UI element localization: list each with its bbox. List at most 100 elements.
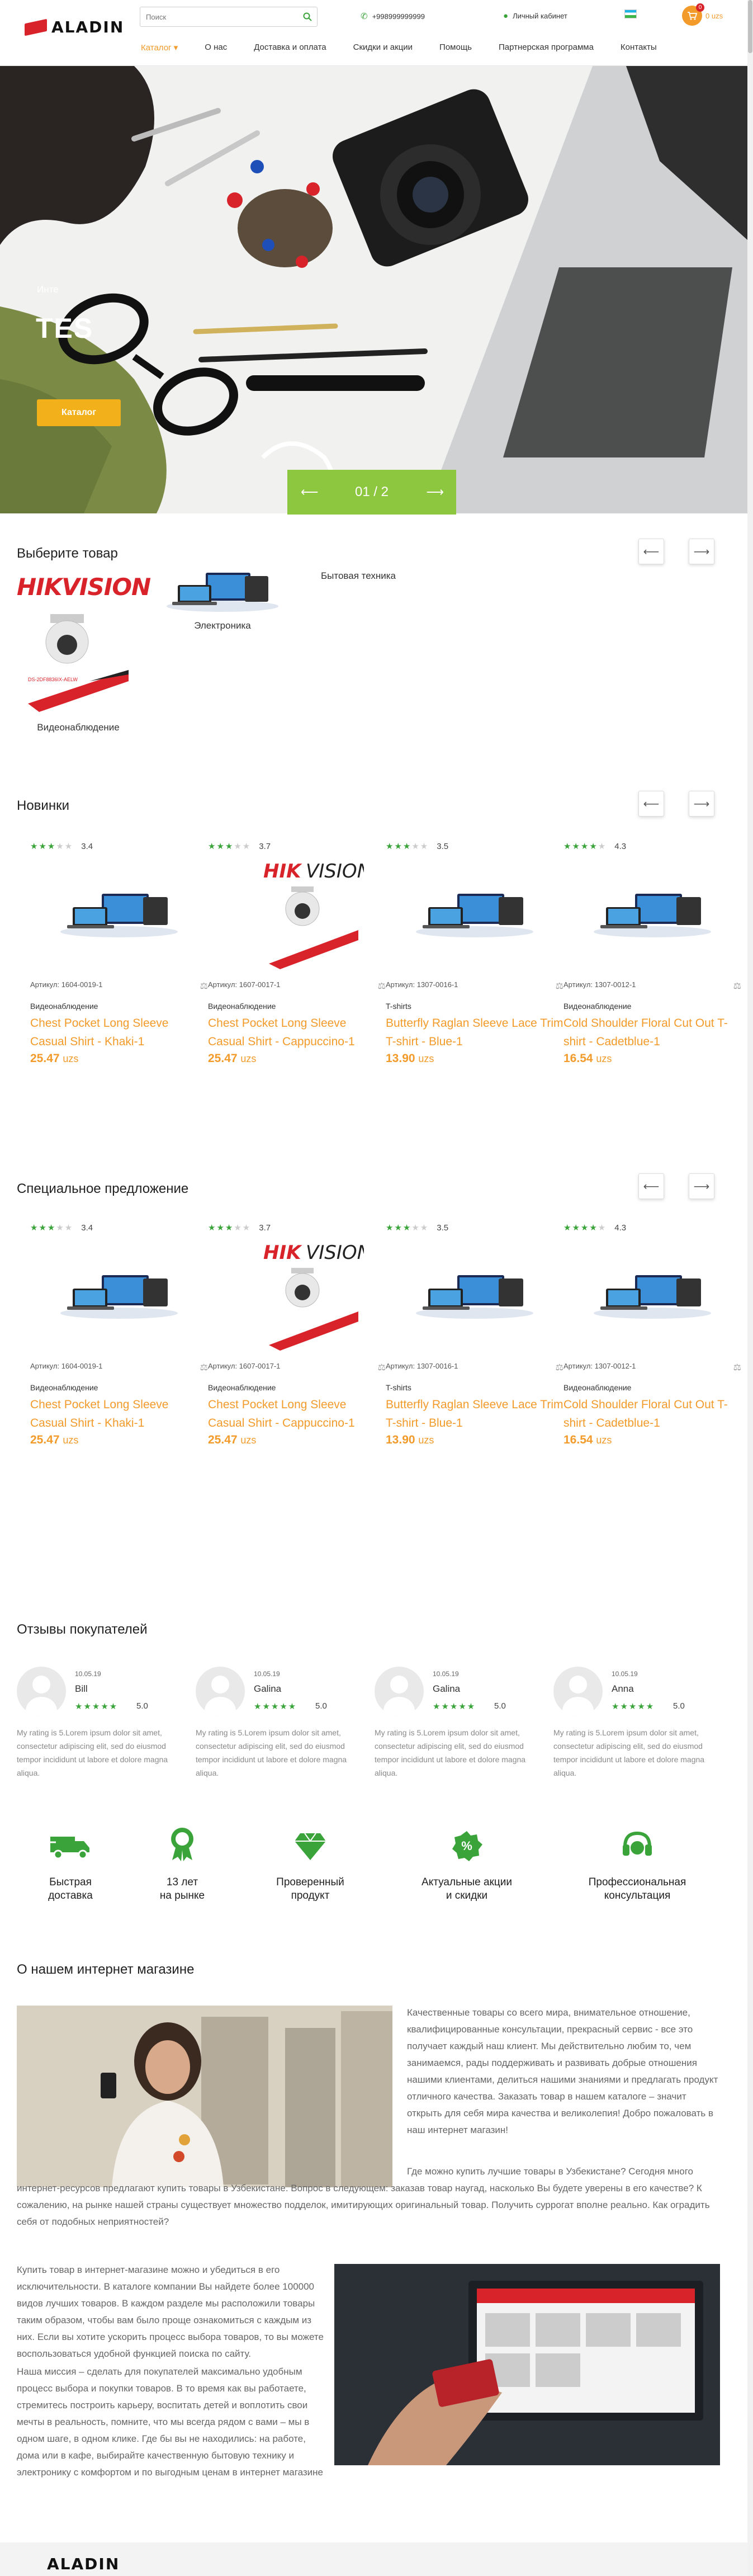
percent-icon: %: [405, 1828, 528, 1868]
product-image[interactable]: [386, 1233, 563, 1356]
site-footer: ALADIN: [0, 2542, 753, 2576]
slider-next-button[interactable]: ⟶: [426, 485, 444, 499]
category-cctv[interactable]: DS-2DF8836IX-AELW Видеонаблюдение: [22, 614, 134, 733]
product-name[interactable]: Chest Pocket Long Sleeve Casual Shirt - …: [30, 1395, 208, 1432]
product-category: T-shirts: [386, 1383, 411, 1392]
categories-prev-button[interactable]: ⟵: [638, 539, 664, 564]
menu-item-help[interactable]: Помощь: [439, 40, 472, 55]
search-box: [140, 7, 318, 27]
advantage-line-1: 13 лет: [166, 1876, 198, 1888]
review-card: 10.05.19 Anna ★★★★★ 5.0 My rating is 5.Lorem…: [553, 1667, 721, 1778]
svg-text:%: %: [461, 1839, 472, 1853]
phone-link[interactable]: ✆ +998999999999: [361, 11, 425, 21]
svg-text:DS-2DF8836IX-AELW: DS-2DF8836IX-AELW: [28, 677, 78, 682]
advantage-line-1: Актуальные акции: [422, 1876, 512, 1888]
menu-item-delivery[interactable]: Доставка и оплата: [254, 40, 326, 55]
cart-button[interactable]: 0 0 uzs: [682, 3, 723, 26]
product-rating: ★★★★★ 4.3: [563, 841, 741, 852]
product-image[interactable]: [563, 1233, 741, 1356]
product-name[interactable]: Chest Pocket Long Sleeve Casual Shirt - …: [208, 1395, 386, 1432]
product-rating: ★★★★★ 3.4: [30, 1223, 208, 1233]
product-name[interactable]: Chest Pocket Long Sleeve Casual Shirt - …: [30, 1014, 208, 1051]
slider-prev-button[interactable]: ⟵: [301, 485, 319, 499]
category-electronics[interactable]: Электроника: [155, 568, 290, 631]
new-next-button[interactable]: ⟶: [689, 791, 714, 817]
language-flag-icon[interactable]: [624, 10, 637, 18]
product-sku: Артикул: 1607-0017-1: [208, 980, 281, 989]
product-card[interactable]: ★★★★★ 3.4 Артикул: 1604-0019-1 ⚖ Видеонаблюд…: [30, 1223, 208, 1447]
hero-catalog-button[interactable]: Каталог: [37, 399, 121, 426]
footer-logo[interactable]: ALADIN: [47, 2555, 120, 2573]
product-category: Видеонаблюдение: [563, 1002, 632, 1011]
product-price: 13.90 uzs: [386, 1433, 434, 1446]
product-image[interactable]: [30, 852, 208, 975]
rating-value: 3.7: [259, 842, 271, 851]
product-card[interactable]: ★★★★★ 3.7 HIKVISION Артикул: 1607-0017-1 ⚖ Ви…: [208, 1223, 386, 1447]
menu-item-catalog[interactable]: Каталог ▾: [141, 40, 178, 55]
phone-number: +998999999999: [372, 12, 425, 21]
review-score: 5.0: [315, 1701, 327, 1711]
product-name[interactable]: Butterfly Raglan Sleeve Lace Trim T-shir…: [386, 1395, 563, 1432]
rating-value: 4.3: [614, 842, 627, 851]
product-card[interactable]: ★★★★★ 3.4 Артикул: 1604-0019-1 ⚖ Видеонаблюд…: [30, 841, 208, 1065]
review-text: My rating is 5.Lorem ipsum dolor sit ame…: [196, 1728, 347, 1777]
product-category: Видеонаблюдение: [208, 1383, 276, 1392]
special-next-button[interactable]: ⟶: [689, 1173, 714, 1199]
compare-icon[interactable]: ⚖: [556, 980, 563, 992]
product-name[interactable]: Cold Shoulder Floral Cut Out T-shirt - C…: [563, 1014, 741, 1051]
logo[interactable]: ALADIN: [25, 18, 124, 36]
product-name[interactable]: Chest Pocket Long Sleeve Casual Shirt - …: [208, 1014, 386, 1051]
rating-value: 3.7: [259, 1223, 271, 1233]
compare-icon[interactable]: ⚖: [733, 980, 741, 992]
compare-icon[interactable]: ⚖: [200, 1362, 208, 1373]
menu-item-partners[interactable]: Партнерская программа: [499, 40, 594, 55]
menu-item-contacts[interactable]: Контакты: [621, 40, 657, 55]
product-card[interactable]: ★★★★★ 3.7 HIKVISION Артикул: 1607-0017-1 ⚖ Ви…: [208, 841, 386, 1065]
advantage-item: % Актуальные акции и скидки: [405, 1828, 528, 1903]
category-appliances[interactable]: Бытовая техника: [321, 570, 396, 582]
categories-next-button[interactable]: ⟶: [689, 539, 714, 564]
review-date: 10.05.19: [612, 1670, 638, 1678]
new-prev-button[interactable]: ⟵: [638, 791, 664, 817]
review-stars-icon: ★★★★★: [254, 1702, 297, 1711]
product-name[interactable]: Butterfly Raglan Sleeve Lace Trim T-shir…: [386, 1014, 563, 1051]
special-prev-button[interactable]: ⟵: [638, 1173, 664, 1199]
scrollbar-thumb[interactable]: [748, 0, 752, 53]
compare-icon[interactable]: ⚖: [378, 980, 386, 992]
cart-count-badge: 0: [696, 3, 704, 12]
svg-text:HIK: HIK: [263, 860, 302, 883]
product-image[interactable]: [386, 852, 563, 975]
advantage-line-1: Быстрая: [49, 1876, 92, 1888]
menu-item-discounts[interactable]: Скидки и акции: [353, 40, 413, 55]
about-paragraph-4-text: Наша миссия – сделать для покупателей ма…: [17, 2366, 323, 2478]
compare-icon[interactable]: ⚖: [378, 1362, 386, 1373]
product-card[interactable]: ★★★★★ 4.3 Артикул: 1307-0012-1 ⚖ Видеонаблюд…: [563, 841, 741, 1065]
compare-icon[interactable]: ⚖: [556, 1362, 563, 1373]
avatar: [196, 1667, 245, 1716]
product-image-electronics: [60, 1275, 178, 1319]
search-input[interactable]: [140, 7, 298, 26]
compare-icon[interactable]: ⚖: [733, 1362, 741, 1373]
cabinet-link[interactable]: ● Личный кабинет: [503, 11, 567, 21]
product-image[interactable]: HIKVISION: [208, 852, 386, 975]
section-title-categories: Выберите товар: [17, 546, 118, 561]
product-card[interactable]: ★★★★★ 3.5 Артикул: 1307-0016-1 ⚖ T-shirts But…: [386, 841, 563, 1065]
product-name[interactable]: Cold Shoulder Floral Cut Out T-shirt - C…: [563, 1395, 741, 1432]
product-image[interactable]: [30, 1233, 208, 1356]
product-price: 16.54 uzs: [563, 1052, 612, 1065]
compare-icon[interactable]: ⚖: [200, 980, 208, 992]
product-sku: Артикул: 1307-0012-1: [563, 980, 636, 989]
product-rating: ★★★★★ 4.3: [563, 1223, 741, 1233]
rating-stars-icon: ★★★★★: [386, 842, 429, 851]
product-card[interactable]: ★★★★★ 4.3 Артикул: 1307-0012-1 ⚖ Видеонаблюд…: [563, 1223, 741, 1447]
product-image[interactable]: [563, 852, 741, 975]
product-card[interactable]: ★★★★★ 3.5 Артикул: 1307-0016-1 ⚖ T-shirts But…: [386, 1223, 563, 1447]
page-scrollbar[interactable]: [747, 0, 753, 2576]
category-label: Бытовая техника: [321, 570, 396, 581]
search-icon[interactable]: [298, 7, 317, 26]
cart-sum: 0 uzs: [705, 11, 723, 20]
product-image[interactable]: HIKVISION: [208, 1233, 386, 1356]
review-card: 10.05.19 Galina ★★★★★ 5.0 My rating is 5.Lor…: [196, 1667, 363, 1778]
product-image-hikvision: HIKVISION: [263, 860, 364, 969]
menu-item-about[interactable]: О нас: [205, 40, 227, 55]
